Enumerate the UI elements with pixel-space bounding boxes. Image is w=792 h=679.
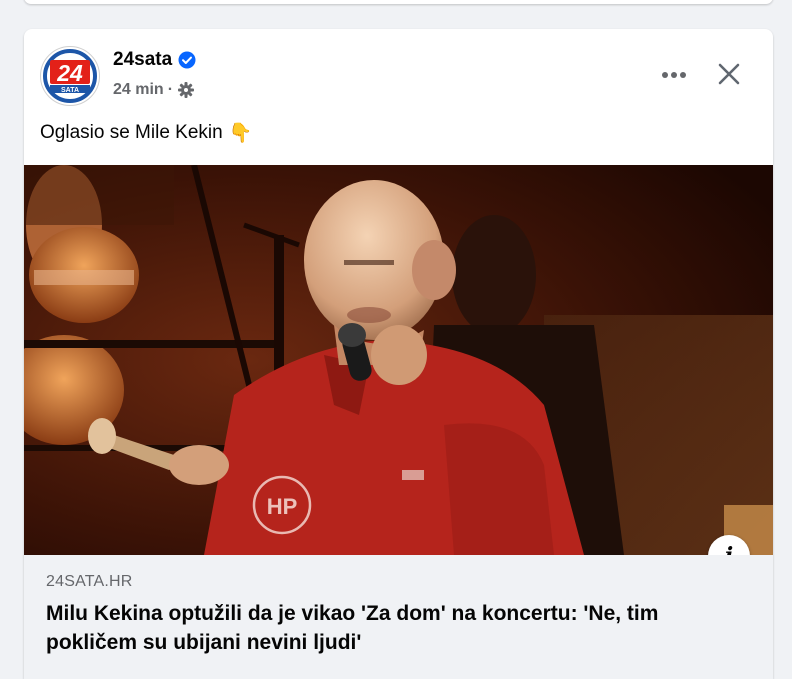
link-title[interactable]: Milu Kekina optužili da je vikao 'Za dom… xyxy=(46,599,746,657)
logo-24sata: 24 SATA xyxy=(43,49,97,103)
page-avatar[interactable]: 24 SATA xyxy=(40,46,100,106)
post-card: 24 SATA 24sata 24 min · Oglasio se Mile … xyxy=(24,29,773,679)
post-time[interactable]: 24 min xyxy=(113,81,164,99)
post-image[interactable]: HP xyxy=(24,165,773,555)
settings-gear-icon[interactable] xyxy=(177,81,195,99)
close-button[interactable] xyxy=(709,54,749,94)
previous-post-card xyxy=(24,0,773,4)
shirt-logo: HP xyxy=(267,494,298,519)
author-label[interactable]: 24sata xyxy=(113,49,172,71)
post-text: Oglasio se Mile Kekin 👇 xyxy=(40,121,252,145)
more-options-button[interactable] xyxy=(656,57,692,93)
logo-text: SATA xyxy=(61,87,79,94)
pointing-down-emoji: 👇 xyxy=(228,123,253,144)
close-icon xyxy=(718,63,740,85)
more-dots-icon xyxy=(662,72,686,78)
verified-badge-icon xyxy=(178,51,196,69)
post-message: Oglasio se Mile Kekin xyxy=(40,122,223,143)
link-preview[interactable]: 24SATA.HR Milu Kekina optužili da je vik… xyxy=(24,555,773,679)
author-name[interactable]: 24sata xyxy=(113,49,196,71)
logo-number: 24 xyxy=(56,60,83,86)
link-domain: 24SATA.HR xyxy=(46,573,133,590)
concert-photo: HP xyxy=(24,165,773,555)
post-meta: 24 min · xyxy=(113,81,195,99)
meta-separator: · xyxy=(167,81,174,98)
